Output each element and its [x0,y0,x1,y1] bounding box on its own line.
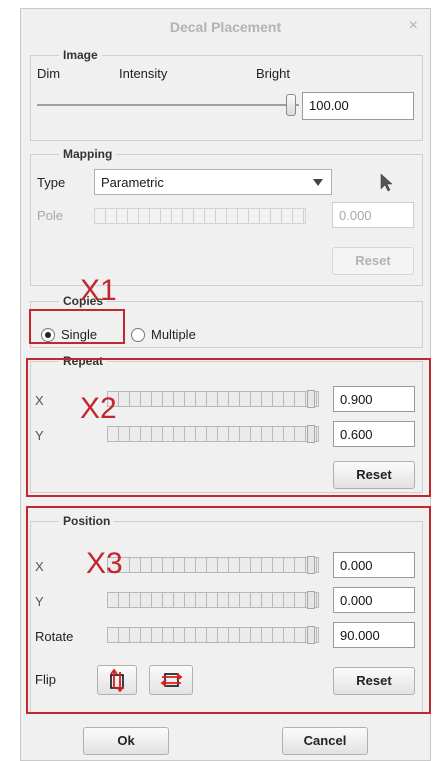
image-group: Image Dim Intensity Bright 100.00 [30,48,423,141]
chevron-down-icon [313,179,323,186]
annotation-label-x2: X2 [80,392,117,425]
pole-slider[interactable] [94,208,306,224]
annotation-label-x3: X3 [86,547,123,580]
image-group-title: Image [59,48,102,62]
type-dropdown[interactable]: Parametric [94,169,332,195]
annotation-label-x1: X1 [80,274,117,307]
annotation-box-x3 [26,506,431,714]
type-value: Parametric [101,175,164,190]
cursor-pointer-icon[interactable] [379,173,395,193]
ok-button[interactable]: Ok [83,727,169,755]
type-label: Type [37,175,66,190]
dialog-title: Decal Placement [169,19,282,35]
title-bar: Decal Placement × [21,9,430,45]
mapping-reset-button[interactable]: Reset [332,247,414,275]
cancel-button[interactable]: Cancel [282,727,368,755]
close-icon[interactable]: × [409,17,418,35]
pole-value-input[interactable]: 0.000 [332,202,414,228]
pole-label: Pole [37,208,64,223]
intensity-label: Intensity [119,66,168,81]
intensity-value-input[interactable]: 100.00 [302,92,414,120]
multiple-radio[interactable] [131,328,145,342]
intensity-slider-thumb[interactable] [286,94,296,116]
bright-label: Bright [256,66,290,81]
annotation-box-x1 [29,309,125,344]
mapping-group-title: Mapping [59,147,117,161]
intensity-slider-track[interactable] [37,104,299,106]
mapping-group: Mapping Type Parametric Pole 0.000 Reset [30,147,423,286]
dim-label: Dim [37,66,61,81]
multiple-radio-label[interactable]: Multiple [151,327,196,342]
annotation-box-x2 [26,358,431,497]
